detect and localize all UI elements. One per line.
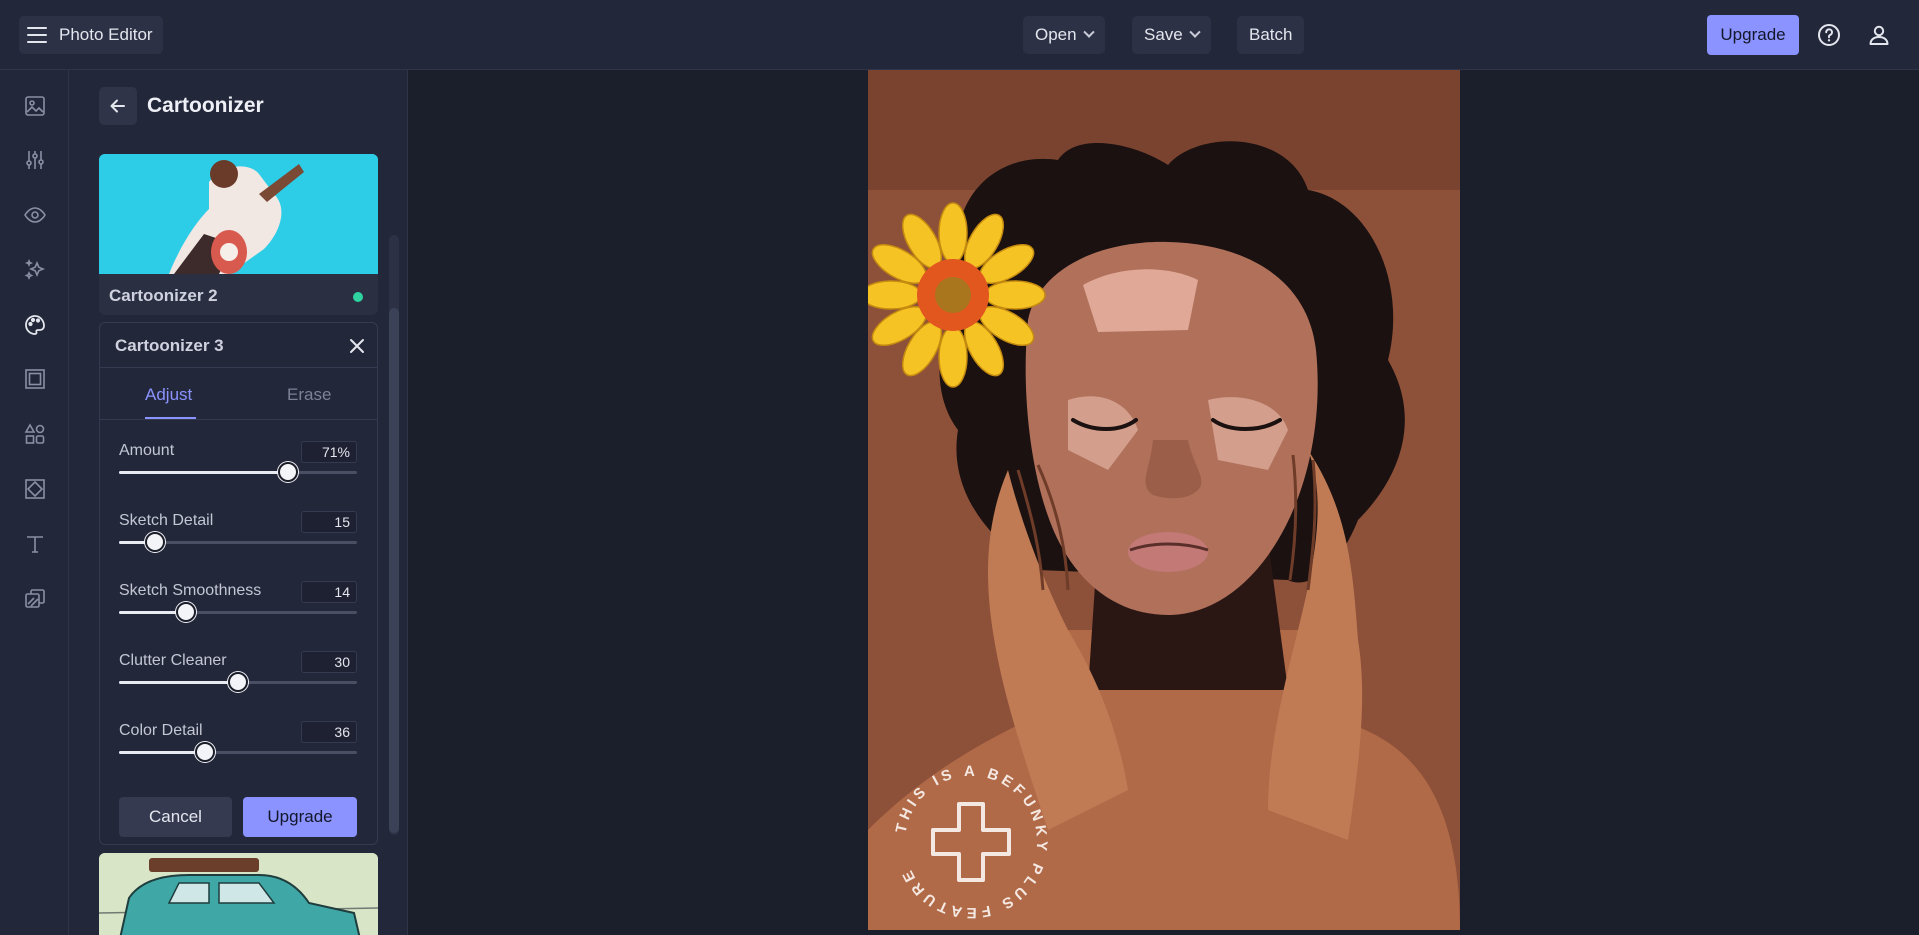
top-bar: Photo Editor Open Save Batch Upgrade [0, 0, 1919, 70]
preset-thumbnail [99, 853, 378, 935]
panel-scrollbar-thumb[interactable] [389, 308, 399, 833]
batch-button[interactable]: Batch [1237, 16, 1305, 54]
upgrade-button[interactable]: Upgrade [1707, 15, 1799, 55]
image-icon[interactable] [21, 92, 49, 120]
slider-row: Color Detail 36 [119, 721, 357, 782]
eye-icon[interactable] [21, 201, 49, 229]
slider-value-input[interactable]: 15 [301, 511, 357, 533]
slider-value-input[interactable]: 30 [301, 651, 357, 673]
settings-tabs: Adjust Erase [100, 368, 377, 420]
slider-label: Sketch Detail [119, 512, 214, 529]
slider-row: Sketch Smoothness 14 [119, 581, 357, 642]
layers-icon[interactable] [21, 585, 49, 613]
slider-handle[interactable] [228, 672, 248, 692]
slider-track[interactable] [119, 532, 357, 552]
close-icon[interactable] [348, 337, 366, 355]
slider-fill [119, 751, 205, 754]
tool-rail [0, 70, 69, 935]
app-title: Photo Editor [59, 25, 153, 44]
chevron-down-icon [1082, 26, 1095, 38]
editor-canvas[interactable]: THIS IS A BEFUNKY PLUS FEATURE [408, 70, 1919, 935]
slider-track[interactable] [119, 672, 357, 692]
overlay-icon[interactable] [21, 475, 49, 503]
active-dot-indicator [353, 292, 363, 302]
back-button[interactable] [99, 87, 137, 125]
slider-handle[interactable] [194, 742, 215, 762]
slider-label: Color Detail [119, 722, 203, 739]
slider-track[interactable] [119, 742, 357, 762]
preset-card-next[interactable] [99, 853, 378, 935]
slider-row: Sketch Detail 15 [119, 511, 357, 572]
slider-row: Clutter Cleaner 30 [119, 651, 357, 712]
chevron-down-icon [1189, 26, 1201, 38]
preset-card-cartoonizer-2[interactable]: Cartoonizer 2 [99, 154, 378, 315]
preset-label: Cartoonizer 2 [109, 286, 218, 305]
app-menu-button[interactable]: Photo Editor [19, 16, 163, 54]
preset-settings-card: Cartoonizer 3 Adjust Erase Amount 71% Sket… [99, 322, 378, 845]
help-icon[interactable] [1811, 17, 1847, 53]
photo-preview[interactable]: THIS IS A BEFUNKY PLUS FEATURE [868, 70, 1460, 930]
slider-fill [119, 681, 238, 684]
hamburger-icon [27, 27, 47, 43]
batch-label: Batch [1249, 25, 1293, 44]
frame-icon[interactable] [21, 365, 49, 393]
slider-handle[interactable] [175, 602, 196, 622]
slider-track[interactable] [119, 602, 357, 622]
preset-thumbnail [99, 154, 378, 274]
slider-handle[interactable] [144, 532, 165, 552]
slider-value-input[interactable]: 71% [301, 441, 357, 463]
slider-row: Amount 71% [119, 441, 357, 502]
settings-header: Cartoonizer 3 [100, 323, 377, 368]
effects-sparkle-icon[interactable] [21, 256, 49, 284]
slider-fill [119, 471, 288, 474]
adjust-sliders-icon[interactable] [21, 146, 49, 174]
open-button[interactable]: Open [1023, 16, 1105, 54]
slider-value-input[interactable]: 14 [301, 581, 357, 603]
upgrade-apply-button[interactable]: Upgrade [243, 797, 357, 837]
tab-erase[interactable]: Erase [287, 385, 331, 405]
effect-panel: Cartoonizer Cartoonizer 2 Cartoonizer 3 [69, 70, 408, 935]
settings-title: Cartoonizer 3 [115, 336, 224, 355]
slider-label: Sketch Smoothness [119, 582, 262, 599]
slider-track[interactable] [119, 462, 357, 482]
text-icon[interactable] [21, 530, 49, 558]
artsy-palette-icon[interactable] [21, 311, 49, 339]
panel-header: Cartoonizer [99, 87, 264, 125]
open-label: Open [1035, 25, 1077, 44]
slider-value-input[interactable]: 36 [301, 721, 357, 743]
cancel-button[interactable]: Cancel [119, 797, 232, 837]
slider-handle[interactable] [277, 462, 298, 482]
panel-title: Cartoonizer [147, 94, 264, 117]
user-icon[interactable] [1861, 17, 1897, 53]
save-label: Save [1144, 25, 1183, 44]
graphics-shapes-icon[interactable] [21, 420, 49, 448]
active-tab-underline [145, 417, 196, 419]
slider-label: Amount [119, 442, 175, 459]
save-button[interactable]: Save [1132, 16, 1211, 54]
arrow-left-icon [110, 99, 125, 113]
slider-label: Clutter Cleaner [119, 652, 227, 669]
tab-adjust[interactable]: Adjust [145, 385, 192, 405]
